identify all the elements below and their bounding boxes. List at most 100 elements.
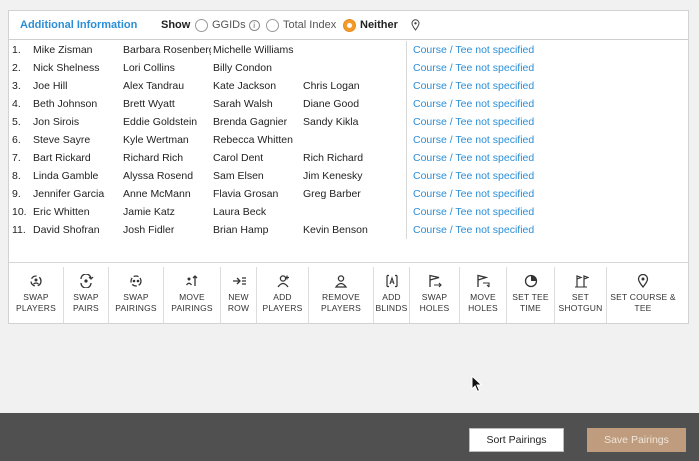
- swap-pairings-button[interactable]: SWAP PAIRINGS: [109, 267, 164, 323]
- course-tee-link[interactable]: Course / Tee not specified: [413, 152, 613, 164]
- swap-pairs-icon: [80, 274, 94, 288]
- player-cell[interactable]: Lori Collins: [123, 62, 211, 74]
- player-cell[interactable]: Bart Rickard: [33, 152, 121, 164]
- label-line: SWAP: [23, 292, 49, 302]
- player-cell[interactable]: Brett Wyatt: [123, 98, 211, 110]
- table-row[interactable]: 1. Mike Zisman Barbara Rosenberg Michelle W…: [9, 41, 688, 59]
- new-row-label: NEW ROW: [228, 292, 249, 314]
- label-line: PLAYERS: [16, 303, 56, 313]
- table-row[interactable]: 6. Steve Sayre Kyle Wertman Rebecca Whitten…: [9, 131, 688, 149]
- table-row[interactable]: 10. Eric Whitten Jamie Katz Laura Beck Cours…: [9, 203, 688, 221]
- swap-pairs-button[interactable]: SWAP PAIRS: [64, 267, 109, 323]
- player-cell[interactable]: Kate Jackson: [213, 80, 301, 92]
- player-cell[interactable]: Alex Tandrau: [123, 80, 211, 92]
- player-cell[interactable]: Sam Elsen: [213, 170, 301, 182]
- table-row[interactable]: 8. Linda Gamble Alyssa Rosend Sam Elsen Jim …: [9, 167, 688, 185]
- player-cell[interactable]: Chris Logan: [303, 80, 403, 92]
- player-cell[interactable]: Brian Hamp: [213, 224, 301, 236]
- player-cell[interactable]: Jim Kenesky: [303, 170, 403, 182]
- course-tee-link[interactable]: Course / Tee not specified: [413, 44, 613, 56]
- radio-dot[interactable]: [266, 18, 279, 32]
- player-cell[interactable]: Joe Hill: [33, 80, 121, 92]
- player-cell[interactable]: Jamie Katz: [123, 206, 211, 218]
- table-row[interactable]: 4. Beth Johnson Brett Wyatt Sarah Walsh Dian…: [9, 95, 688, 113]
- player-cell[interactable]: Diane Good: [303, 98, 403, 110]
- set-tee-time-button[interactable]: SET TEE TIME: [507, 267, 555, 323]
- player-cell[interactable]: Jennifer Garcia: [33, 188, 121, 200]
- radio-total-index[interactable]: Total Index: [266, 17, 336, 33]
- player-cell[interactable]: Mike Zisman: [33, 44, 121, 56]
- player-cell[interactable]: Linda Gamble: [33, 170, 121, 182]
- save-pairings-button[interactable]: Save Pairings: [587, 428, 686, 452]
- table-row[interactable]: 2. Nick Shelness Lori Collins Billy Condon C…: [9, 59, 688, 77]
- course-tee-link[interactable]: Course / Tee not specified: [413, 116, 613, 128]
- remove-players-button[interactable]: REMOVE PLAYERS: [309, 267, 374, 323]
- swap-holes-icon: [428, 274, 442, 288]
- course-tee-link[interactable]: Course / Tee not specified: [413, 98, 613, 110]
- player-cell[interactable]: Sarah Walsh: [213, 98, 301, 110]
- player-cell[interactable]: Brenda Gagnier: [213, 116, 301, 128]
- swap-holes-button[interactable]: SWAP HOLES: [410, 267, 460, 323]
- sort-pairings-button[interactable]: Sort Pairings: [469, 428, 564, 452]
- course-tee-link[interactable]: Course / Tee not specified: [413, 62, 613, 74]
- info-icon[interactable]: i: [248, 19, 260, 31]
- course-tee-link[interactable]: Course / Tee not specified: [413, 170, 613, 182]
- player-cell[interactable]: Richard Rich: [123, 152, 211, 164]
- player-cell[interactable]: Greg Barber: [303, 188, 403, 200]
- move-pairings-label: MOVE PAIRINGS: [171, 292, 213, 314]
- table-row[interactable]: 11. David Shofran Josh Fidler Brian Hamp Kev…: [9, 221, 688, 239]
- set-shotgun-button[interactable]: SET SHOTGUN: [555, 267, 607, 323]
- course-tee-link[interactable]: Course / Tee not specified: [413, 224, 613, 236]
- course-tee-link[interactable]: Course / Tee not specified: [413, 188, 613, 200]
- player-cell[interactable]: Barbara Rosenberg: [123, 44, 211, 56]
- table-row[interactable]: 9. Jennifer Garcia Anne McMann Flavia Grosa…: [9, 185, 688, 203]
- player-cell[interactable]: Billy Condon: [213, 62, 301, 74]
- course-tee-link[interactable]: Course / Tee not specified: [413, 206, 613, 218]
- player-cell[interactable]: Anne McMann: [123, 188, 211, 200]
- player-cell[interactable]: Eddie Goldstein: [123, 116, 211, 128]
- player-cell[interactable]: Flavia Grosan: [213, 188, 301, 200]
- table-row[interactable]: 5. Jon Sirois Eddie Goldstein Brenda Gagnie…: [9, 113, 688, 131]
- radio-dot[interactable]: [195, 18, 208, 32]
- add-blinds-button[interactable]: ADD BLINDS: [374, 267, 410, 323]
- additional-information-link[interactable]: Additional Information: [20, 19, 137, 31]
- player-cell[interactable]: Nick Shelness: [33, 62, 121, 74]
- player-cell[interactable]: Rebecca Whitten: [213, 134, 301, 146]
- player-cell[interactable]: Laura Beck: [213, 206, 301, 218]
- player-cell[interactable]: Kevin Benson: [303, 224, 403, 236]
- player-cell[interactable]: Josh Fidler: [123, 224, 211, 236]
- radio-neither[interactable]: Neither: [343, 17, 398, 33]
- player-cell[interactable]: Michelle Williams: [213, 44, 301, 56]
- radio-dot[interactable]: [343, 18, 356, 32]
- move-pairings-button[interactable]: MOVE PAIRINGS: [164, 267, 221, 323]
- player-cell[interactable]: Steve Sayre: [33, 134, 121, 146]
- player-cell[interactable]: Alyssa Rosend: [123, 170, 211, 182]
- player-cell[interactable]: Sandy Kikla: [303, 116, 403, 128]
- player-cell[interactable]: Rich Richard: [303, 152, 403, 164]
- player-cell[interactable]: Kyle Wertman: [123, 134, 211, 146]
- table-row[interactable]: 7. Bart Rickard Richard Rich Carol Dent Rich…: [9, 149, 688, 167]
- course-tee-link[interactable]: Course / Tee not specified: [413, 80, 613, 92]
- player-cell[interactable]: Carol Dent: [213, 152, 301, 164]
- table-row[interactable]: 3. Joe Hill Alex Tandrau Kate Jackson Chris …: [9, 77, 688, 95]
- set-course-tee-button[interactable]: SET COURSE & TEE: [607, 267, 679, 323]
- new-row-button[interactable]: NEW ROW: [221, 267, 257, 323]
- label-line: SHOTGUN: [558, 303, 603, 313]
- radio-ggids[interactable]: GGIDs i: [195, 17, 260, 33]
- row-number: 3.: [12, 80, 21, 92]
- course-tee-link[interactable]: Course / Tee not specified: [413, 134, 613, 146]
- swap-players-button[interactable]: SWAP PLAYERS: [9, 267, 64, 323]
- map-pin-icon[interactable]: [411, 19, 420, 31]
- label-line: PAIRS: [73, 303, 99, 313]
- move-holes-button[interactable]: MOVE HOLES: [460, 267, 507, 323]
- add-players-button[interactable]: ADD PLAYERS: [257, 267, 309, 323]
- player-cell[interactable]: David Shofran: [33, 224, 121, 236]
- player-cell[interactable]: Eric Whitten: [33, 206, 121, 218]
- player-cell[interactable]: Beth Johnson: [33, 98, 121, 110]
- label-line: PAIRINGS: [115, 303, 157, 313]
- row-number: 8.: [12, 170, 21, 182]
- row-number: 5.: [12, 116, 21, 128]
- player-cell[interactable]: Jon Sirois: [33, 116, 121, 128]
- set-course-tee-label: SET COURSE & TEE: [610, 292, 676, 314]
- clock-icon: [524, 274, 537, 288]
